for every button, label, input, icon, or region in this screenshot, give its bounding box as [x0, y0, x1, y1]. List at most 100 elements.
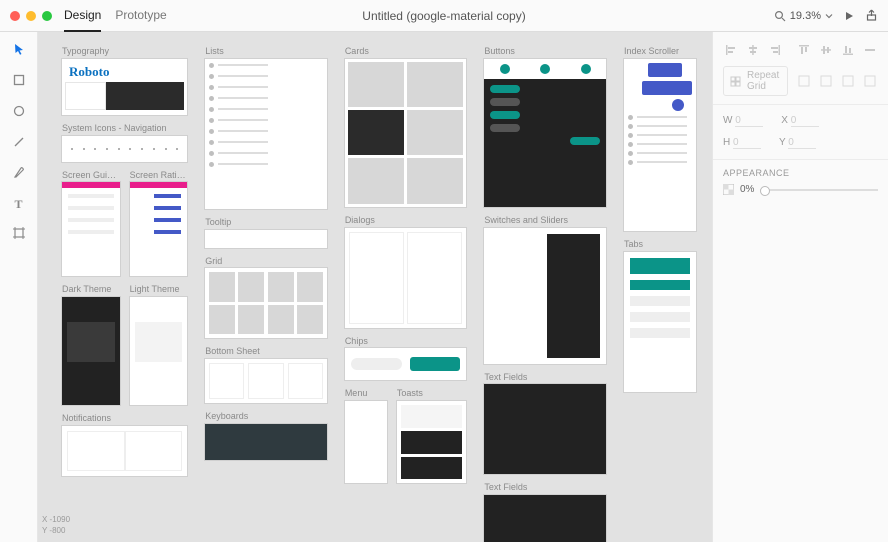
artboard-tooltip[interactable]: [205, 230, 327, 248]
tab-prototype[interactable]: Prototype: [115, 8, 166, 32]
width-value[interactable]: 0: [735, 115, 763, 127]
share-button[interactable]: [865, 9, 878, 22]
y-value[interactable]: 0: [788, 137, 816, 149]
artboard-lists[interactable]: [205, 59, 327, 209]
artboard-label-typography[interactable]: Typography: [62, 46, 187, 57]
text-tool[interactable]: T: [14, 197, 22, 212]
artboard-label-screenguide[interactable]: Screen Gui…: [62, 170, 120, 181]
coord-x: X -1090: [42, 515, 70, 525]
close-window-button[interactable]: [10, 11, 20, 21]
align-group-h: [723, 42, 783, 58]
repeat-grid-label: Repeat Grid: [747, 70, 781, 92]
artboard-label-toasts[interactable]: Toasts: [397, 388, 467, 399]
x-label: X: [781, 115, 788, 126]
artboard-label-buttons[interactable]: Buttons: [484, 46, 606, 57]
artboard-label-menu[interactable]: Menu: [345, 388, 387, 399]
select-tool[interactable]: [12, 42, 26, 59]
exclude-icon[interactable]: [862, 73, 878, 89]
artboard-label-tabs[interactable]: Tabs: [624, 239, 696, 250]
artboard-toasts[interactable]: [397, 401, 467, 483]
width-label: W: [723, 115, 732, 126]
appearance-heading: APPEARANCE: [723, 168, 878, 178]
canvas[interactable]: Typography Roboto System Icons - Navigat…: [38, 32, 712, 542]
artboard-label-tf[interactable]: Text Fields: [484, 372, 606, 383]
tool-sidebar: T: [0, 32, 38, 542]
artboard-label-sysicons[interactable]: System Icons - Navigation: [62, 123, 187, 134]
artboard-keyboards[interactable]: [205, 424, 327, 460]
subtract-icon[interactable]: [818, 73, 834, 89]
align-center-h-icon[interactable]: [745, 42, 761, 58]
pen-tool[interactable]: [12, 166, 26, 183]
artboard-label-light[interactable]: Light Theme: [130, 284, 188, 295]
zoom-window-button[interactable]: [42, 11, 52, 21]
artboard-label-notif[interactable]: Notifications: [62, 413, 187, 424]
artboard-buttons[interactable]: [484, 59, 606, 207]
align-right-icon[interactable]: [767, 42, 783, 58]
artboard-label-grid[interactable]: Grid: [205, 256, 327, 267]
artboard-dialogs[interactable]: [345, 228, 467, 328]
artboard-notifications[interactable]: [62, 426, 187, 476]
artboard-tool[interactable]: [12, 226, 26, 243]
artboard-typography[interactable]: Roboto: [62, 59, 187, 115]
artboard-label-chips[interactable]: Chips: [345, 336, 467, 347]
artboard-screenguide[interactable]: [62, 182, 120, 276]
search-icon: [774, 10, 786, 22]
artboard-label-cards[interactable]: Cards: [345, 46, 467, 57]
zoom-value: 19.3%: [790, 10, 821, 22]
artboard-textfields-2[interactable]: [484, 495, 606, 542]
typography-sample: Roboto: [65, 62, 184, 82]
artboard-screenratio[interactable]: [130, 182, 188, 276]
align-top-icon[interactable]: [796, 42, 812, 58]
artboard-label-bottom[interactable]: Bottom Sheet: [205, 346, 327, 357]
artboard-indexscroller[interactable]: [624, 59, 696, 231]
artboard-dark[interactable]: [62, 297, 120, 405]
repeat-grid-button[interactable]: Repeat Grid: [723, 66, 788, 96]
artboard-chips[interactable]: [345, 348, 467, 380]
height-value[interactable]: 0: [733, 137, 761, 149]
height-label: H: [723, 137, 730, 148]
artboard-switches[interactable]: [484, 228, 606, 364]
artboard-label-screenratio[interactable]: Screen Rati…: [130, 170, 188, 181]
coord-y: Y -800: [42, 526, 70, 536]
artboard-tabs[interactable]: [624, 252, 696, 392]
cursor-coords: X -1090 Y -800: [42, 515, 70, 536]
align-left-icon[interactable]: [723, 42, 739, 58]
ellipse-tool[interactable]: [12, 104, 26, 121]
artboard-sysicons[interactable]: [62, 136, 187, 162]
x-value[interactable]: 0: [791, 115, 819, 127]
artboard-light[interactable]: [130, 297, 188, 405]
play-button[interactable]: [843, 10, 855, 22]
mode-tabs: Design Prototype: [64, 8, 167, 23]
artboard-cards[interactable]: [345, 59, 467, 207]
add-icon[interactable]: [796, 73, 812, 89]
artboard-grid[interactable]: [205, 268, 327, 338]
opacity-slider[interactable]: [760, 189, 878, 191]
align-center-v-icon[interactable]: [818, 42, 834, 58]
distribute-icon[interactable]: [862, 42, 878, 58]
minimize-window-button[interactable]: [26, 11, 36, 21]
artboard-label-tooltip[interactable]: Tooltip: [205, 217, 327, 228]
artboard-label-switches[interactable]: Switches and Sliders: [484, 215, 606, 226]
rectangle-tool[interactable]: [12, 73, 26, 90]
tab-design[interactable]: Design: [64, 8, 101, 32]
line-tool[interactable]: [12, 135, 26, 152]
repeat-grid-icon: [730, 76, 741, 87]
artboard-label-dialogs[interactable]: Dialogs: [345, 215, 467, 226]
window-controls: [10, 11, 52, 21]
align-bottom-icon[interactable]: [840, 42, 856, 58]
zoom-control[interactable]: 19.3%: [774, 10, 833, 22]
artboard-textfields[interactable]: [484, 384, 606, 474]
artboard-menu[interactable]: [345, 401, 387, 483]
intersect-icon[interactable]: [840, 73, 856, 89]
titlebar: Design Prototype Untitled (google-materi…: [0, 0, 888, 32]
align-group-v: [796, 42, 878, 58]
artboard-label-dark[interactable]: Dark Theme: [62, 284, 120, 295]
opacity-value[interactable]: 0%: [740, 184, 754, 195]
artboard-bottomsheet[interactable]: [205, 359, 327, 403]
artboard-label-lists[interactable]: Lists: [205, 46, 327, 57]
y-label: Y: [779, 137, 786, 148]
artboard-label-tf2[interactable]: Text Fields: [484, 482, 606, 493]
artboard-label-index[interactable]: Index Scroller: [624, 46, 696, 57]
chevron-down-icon: [825, 12, 833, 20]
artboard-label-keyboards[interactable]: Keyboards: [205, 411, 327, 422]
